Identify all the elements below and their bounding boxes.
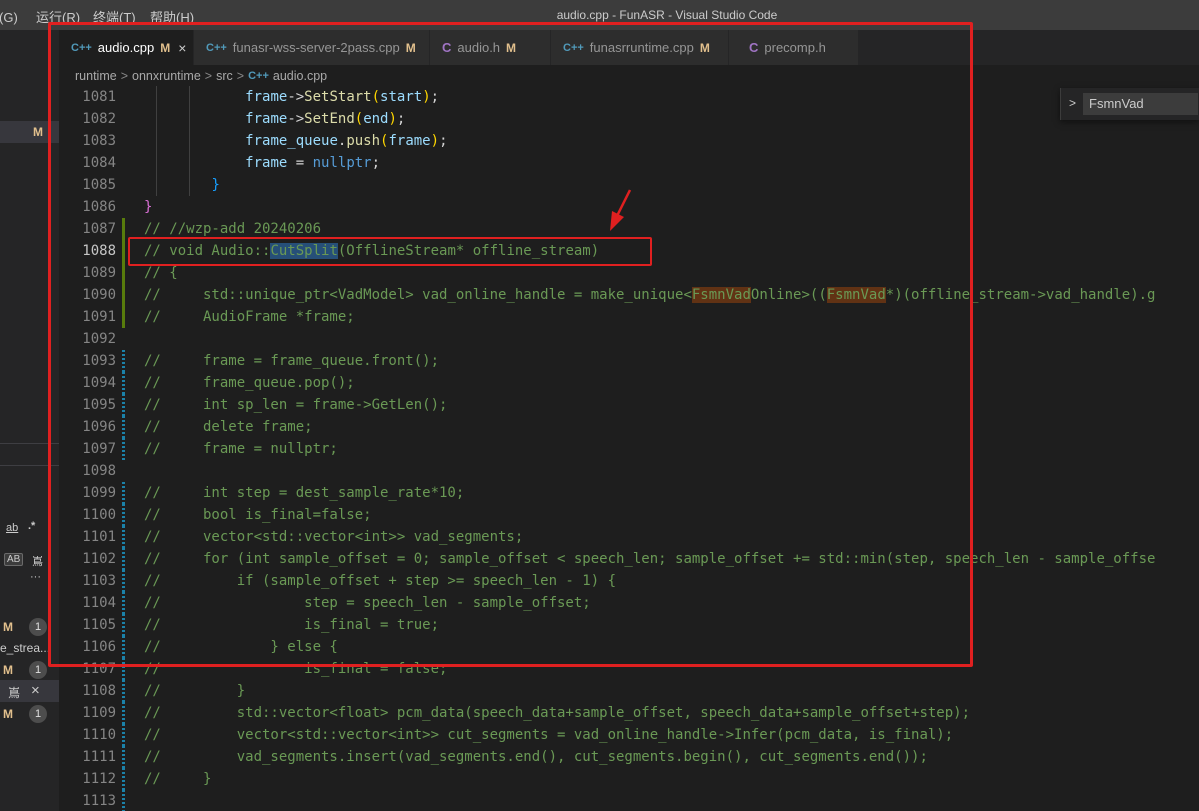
annotation-outer-box bbox=[48, 22, 973, 667]
gutter-modified-marker[interactable] bbox=[122, 746, 125, 768]
code-text: // std::vector<float> pcm_data(speech_da… bbox=[144, 705, 971, 721]
code-line[interactable]: 1108 // } bbox=[59, 680, 1199, 702]
scm-file-name[interactable]: e_strea... bbox=[0, 641, 50, 655]
code-text: // vad_segments.insert(vad_segments.end(… bbox=[144, 749, 928, 765]
gutter-modified-marker[interactable] bbox=[122, 724, 125, 746]
code-text: // } bbox=[144, 683, 246, 699]
code-line[interactable]: 1109 // std::vector<float> pcm_data(speec… bbox=[59, 702, 1199, 724]
line-number: 1108 bbox=[82, 683, 116, 699]
close-icon[interactable]: × bbox=[31, 682, 40, 699]
code-text: // vector<std::vector<int>> cut_segments… bbox=[144, 727, 954, 743]
code-line[interactable]: 1110 // vector<std::vector<int>> cut_segm… bbox=[59, 724, 1199, 746]
preserve-case-icon[interactable]: AB bbox=[4, 553, 24, 566]
discard-icon[interactable]: 嶌 bbox=[8, 684, 20, 701]
modified-indicator: M bbox=[33, 125, 43, 139]
line-number: 1109 bbox=[82, 705, 116, 721]
code-text: // } bbox=[144, 771, 212, 787]
scm-count-badge: 1 bbox=[29, 705, 47, 723]
line-number: 1111 bbox=[82, 749, 116, 765]
scm-count-badge: 1 bbox=[29, 618, 47, 636]
annotation-highlight-box bbox=[128, 237, 652, 266]
gutter-modified-marker[interactable] bbox=[122, 680, 125, 702]
line-number: 1113 bbox=[82, 793, 116, 809]
code-line[interactable]: 1111 // vad_segments.insert(vad_segments.… bbox=[59, 746, 1199, 768]
match-whole-word-icon[interactable]: ab bbox=[6, 522, 18, 534]
gutter-modified-marker[interactable] bbox=[122, 790, 125, 811]
scm-status: M bbox=[3, 663, 13, 677]
regex-icon[interactable]: .* bbox=[28, 520, 35, 532]
code-line[interactable]: 1112 // } bbox=[59, 768, 1199, 790]
line-number: 1112 bbox=[82, 771, 116, 787]
code-line[interactable]: 1113 bbox=[59, 790, 1199, 811]
more-actions-icon[interactable]: ··· bbox=[30, 571, 41, 583]
window-title: audio.cpp - FunASR - Visual Studio Code bbox=[556, 8, 778, 22]
gutter-modified-marker[interactable] bbox=[122, 702, 125, 724]
replace-all-icon[interactable]: 嶌 bbox=[32, 553, 43, 569]
gutter-modified-marker[interactable] bbox=[122, 768, 125, 790]
scm-count-badge: 1 bbox=[29, 661, 47, 679]
scm-status: M bbox=[3, 620, 13, 634]
scm-status: M bbox=[3, 707, 13, 721]
line-number: 1110 bbox=[82, 727, 116, 743]
